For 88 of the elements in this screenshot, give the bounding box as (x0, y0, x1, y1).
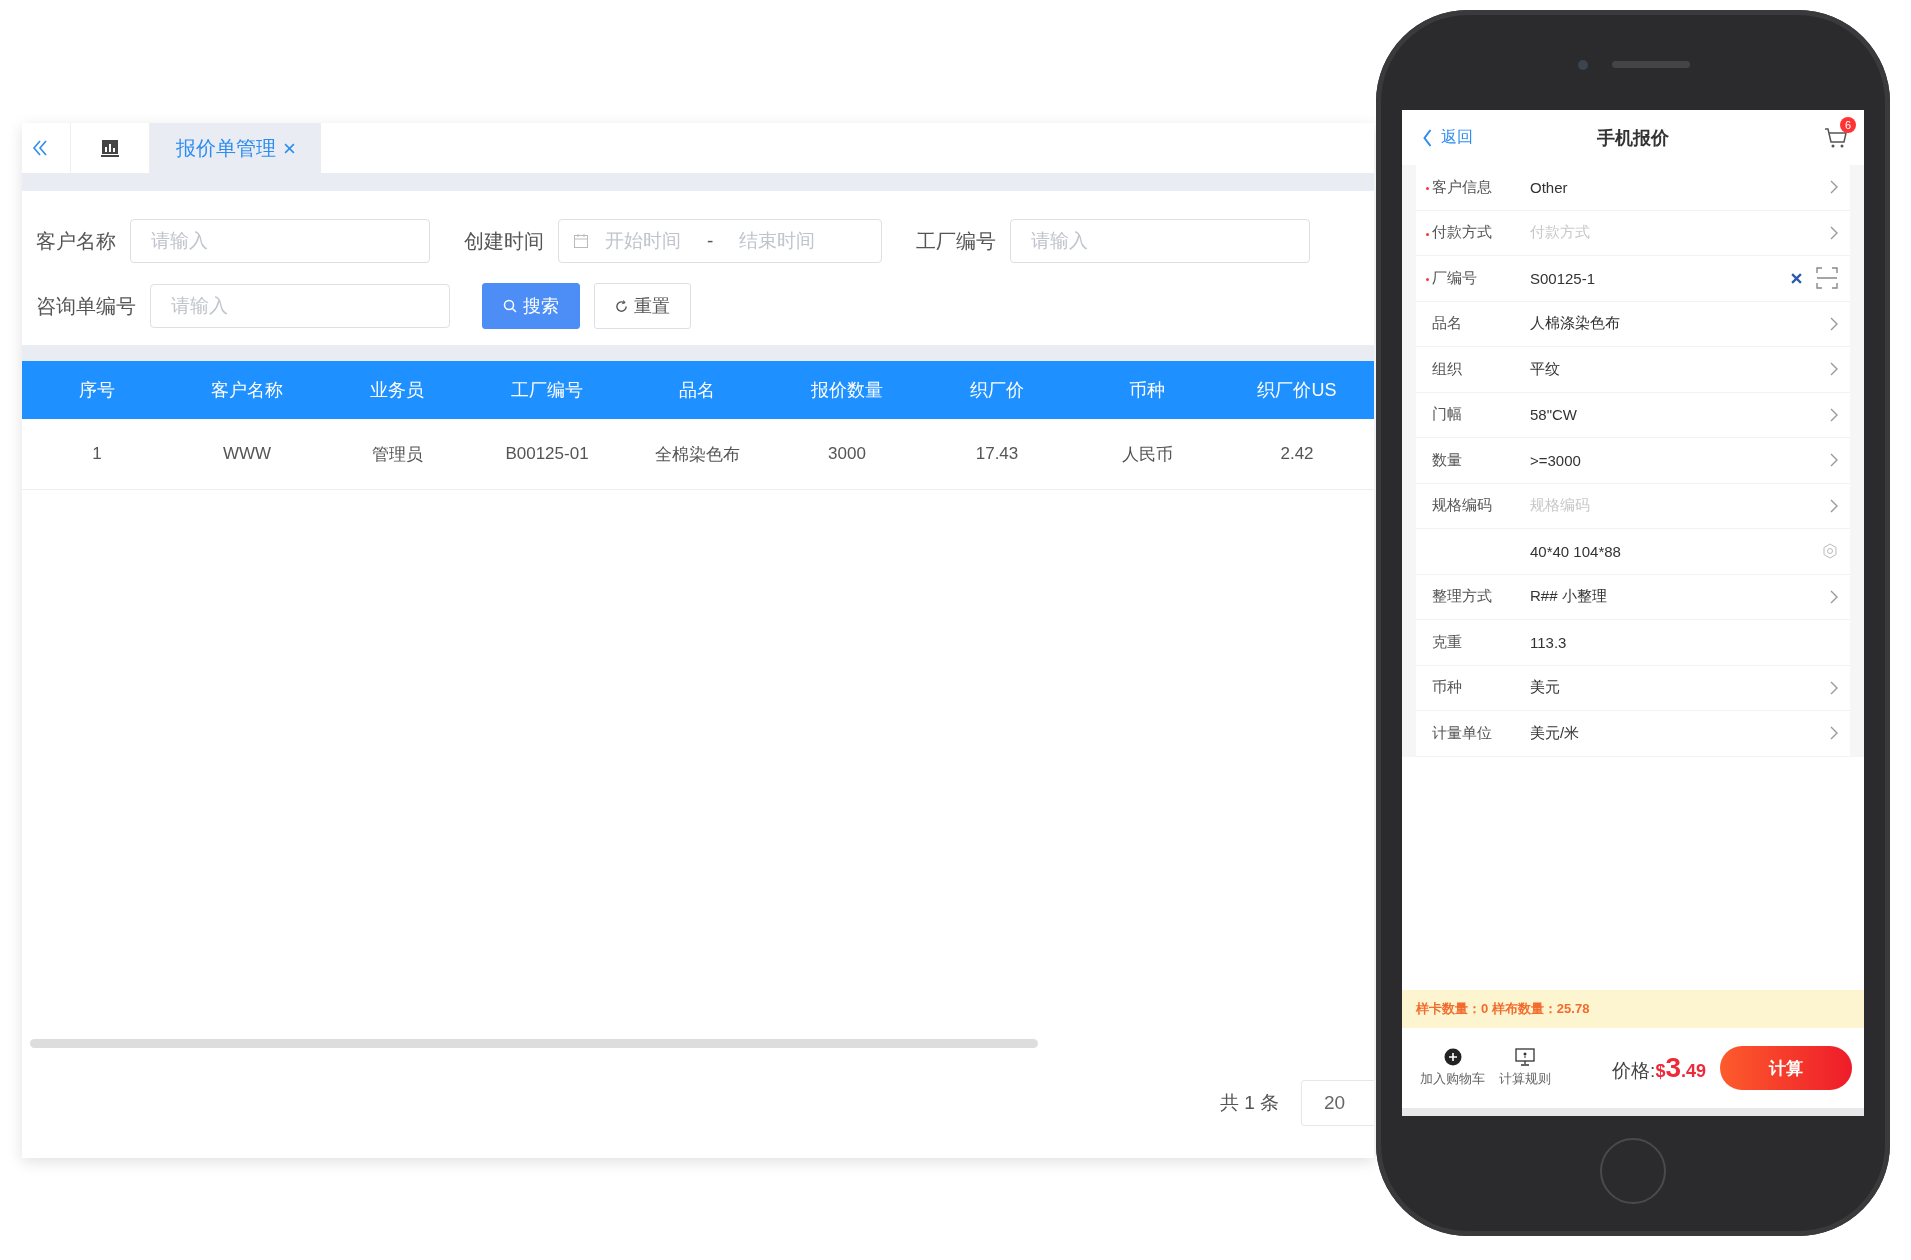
field-label: 数量 (1431, 450, 1463, 470)
start-date-placeholder: 开始时间 (605, 229, 681, 253)
field-value[interactable]: 58"CW (1530, 406, 1830, 424)
field-label: 品名 (1431, 314, 1463, 334)
calendar-icon (573, 233, 589, 249)
chart-icon (101, 139, 119, 157)
filter-label: 咨询单编号 (36, 293, 136, 319)
column-header: 织厂价 (969, 379, 1025, 402)
settings-icon[interactable] (1822, 543, 1838, 560)
total-count: 共 1 条 (1219, 1091, 1279, 1115)
field-label: 克重 (1431, 632, 1463, 652)
field-value[interactable]: 美元/米 (1530, 723, 1830, 743)
field-label: 组织 (1431, 359, 1463, 379)
tab-label: 报价单管理 (176, 135, 276, 161)
chevron-right-icon[interactable] (1830, 180, 1838, 195)
chevron-right-icon[interactable] (1830, 362, 1838, 377)
table-cell-text: 2.42 (1279, 444, 1315, 464)
cart-count-badge: 6 (1840, 116, 1856, 133)
column-header: 品名 (678, 379, 716, 402)
field-label: 计量单位 (1431, 723, 1493, 743)
column-header: 序号 (78, 379, 116, 402)
column-header: 业务员 (369, 379, 425, 402)
chevron-right-icon[interactable] (1830, 498, 1838, 513)
field-value[interactable]: 人棉涤染色布 (1530, 314, 1830, 334)
field-value[interactable]: R## 小整理 (1530, 587, 1830, 607)
column-header: 织厂价US (1256, 379, 1338, 402)
field-label: 门幅 (1431, 405, 1463, 425)
field-label: 客户信息 (1426, 177, 1530, 197)
field-label: 规格编码 (1431, 496, 1493, 516)
scrollbar-thumb[interactable] (30, 1039, 1038, 1048)
filter-label: 客户名称 (36, 228, 116, 254)
reset-button[interactable]: 重置 (594, 283, 691, 329)
plus-circle-icon (1443, 1048, 1462, 1066)
monitor-icon (1515, 1048, 1535, 1066)
input-field[interactable]: S00125-1 (1530, 269, 1791, 287)
add-to-cart-button[interactable]: 加入购物车 (1420, 1048, 1485, 1088)
chevron-right-icon[interactable] (1830, 453, 1838, 468)
camera-icon (1578, 60, 1588, 70)
clear-icon[interactable] (1791, 272, 1802, 284)
column-header: 工厂编号 (510, 379, 584, 402)
field-value: 113.3 (1530, 633, 1568, 651)
end-date-placeholder: 结束时间 (739, 229, 816, 253)
column-header: 客户名称 (210, 379, 284, 402)
field-value[interactable]: 平纹 (1530, 359, 1830, 379)
search-button[interactable]: 搜索 (482, 283, 580, 329)
filter-label: 创建时间 (464, 228, 544, 254)
speaker-icon (1612, 61, 1690, 68)
search-icon (503, 299, 517, 313)
chevron-right-icon[interactable] (1830, 589, 1838, 604)
chevron-right-icon[interactable] (1830, 726, 1838, 741)
chevron-right-icon[interactable] (1830, 225, 1838, 240)
table-cell-text: 1 (91, 444, 103, 464)
date-range-field[interactable]: 开始时间 - 结束时间 (558, 219, 882, 263)
range-separator: - (707, 230, 714, 252)
page-size-select[interactable]: 20 (1301, 1080, 1374, 1126)
field-value[interactable]: Other (1530, 178, 1830, 196)
field-label: 厂编号 (1426, 268, 1530, 288)
field-label: 币种 (1431, 678, 1463, 698)
chevron-right-icon[interactable] (1830, 407, 1838, 422)
column-header: 报价数量 (810, 379, 884, 402)
field-value[interactable]: >=3000 (1530, 451, 1830, 469)
refresh-icon (615, 299, 628, 313)
home-button[interactable] (1600, 1138, 1666, 1204)
screen-title: 手机报价 (1597, 126, 1669, 150)
price-text: 价格:$3.49 (1612, 1052, 1706, 1084)
table-cell-text: 人民币 (1120, 443, 1174, 466)
table-cell-text: WWW (221, 444, 273, 464)
scan-icon[interactable] (1816, 267, 1838, 290)
filter-label: 工厂编号 (916, 228, 996, 254)
rules-button[interactable]: 计算规则 (1499, 1048, 1551, 1088)
table-cell-text: 17.43 (974, 444, 1020, 464)
table-cell-text: B00125-01 (504, 444, 590, 464)
chevron-right-icon[interactable] (1830, 316, 1838, 331)
notice-text: 样卡数量：0 样布数量：25.78 (1416, 1000, 1590, 1018)
field-label: 整理方式 (1431, 587, 1493, 607)
close-icon[interactable] (284, 142, 295, 154)
table-cell-text: 全棉染色布 (653, 443, 741, 466)
table-cell-text: 管理员 (370, 443, 424, 466)
field-label: 付款方式 (1426, 223, 1530, 243)
back-link[interactable]: 返回 (1422, 127, 1473, 148)
chevron-left-icon (1422, 128, 1433, 147)
field-value: 40*40 104*88 (1530, 542, 1622, 560)
field-value[interactable]: 美元 (1530, 678, 1830, 698)
column-header: 币种 (1128, 379, 1166, 402)
table-cell-text: 3000 (827, 444, 867, 464)
chevron-right-icon[interactable] (1830, 680, 1838, 695)
calculate-button[interactable]: 计算 (1720, 1046, 1852, 1090)
double-chevron-left-icon[interactable] (30, 138, 50, 158)
